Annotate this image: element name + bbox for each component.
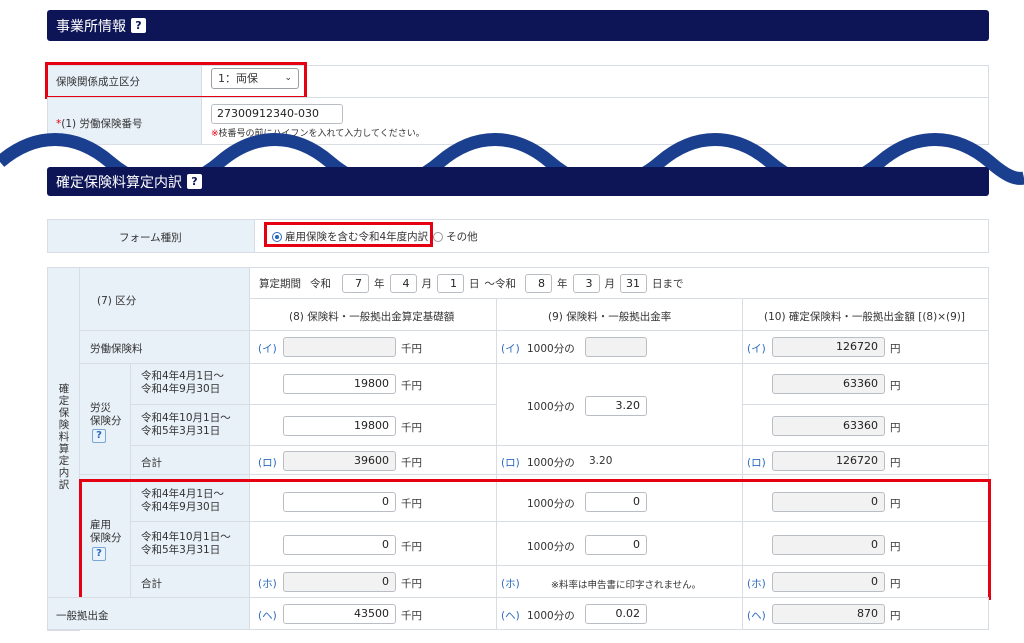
insurance-type-value-cell	[201, 65, 989, 98]
period-group: 算定期間 令和 7 年 4 月 1 日 ～令和 8 年 3 月 31 日まで	[259, 274, 684, 293]
rousai-2-period: 令和4年10月1日～ 令和5年3月31日	[141, 412, 231, 437]
general-amount-input: 870	[772, 604, 885, 624]
kubun-label: (7) 区分	[97, 295, 137, 307]
period-year-end-input[interactable]: 8	[525, 274, 552, 293]
office-section-title: 事業所情報	[56, 18, 126, 35]
labor-base-input	[283, 337, 396, 357]
period-month-end-input[interactable]: 3	[572, 274, 600, 293]
form-type-option-other[interactable]: その他	[446, 229, 478, 244]
form-type-label: フォーム種別	[119, 232, 182, 244]
rousai-group-label: 労災 保険分	[90, 402, 122, 427]
rousai-2-amount-input: 63360	[772, 416, 885, 436]
period-day-start-input[interactable]: 1	[437, 274, 464, 293]
labor-row-label: 労働保険料	[90, 343, 143, 355]
help-icon[interactable]: ?	[92, 429, 106, 443]
col-header-base: (8) 保険料・一般拠出金算定基礎額	[289, 311, 455, 323]
labor-rate-input	[585, 337, 647, 357]
rousai-rate-input[interactable]: 3.20	[585, 396, 647, 416]
radio-unselected-icon[interactable]	[433, 231, 444, 242]
help-icon[interactable]: ?	[131, 18, 146, 33]
period-month-start-input[interactable]: 4	[389, 274, 417, 293]
period-year-start-input[interactable]: 7	[342, 274, 369, 293]
general-rate-input[interactable]: 0.02	[585, 604, 647, 624]
rousai-total-label: 合計	[141, 457, 162, 469]
side-label: 確定保険料算定内訳	[58, 383, 70, 491]
general-base-input[interactable]: 43500	[283, 604, 396, 624]
col-header-rate: (9) 保険料・一般拠出金率	[548, 311, 672, 323]
rousai-1-base-input[interactable]: 19800	[283, 374, 396, 394]
rousai-total-rate: 3.20	[589, 455, 613, 467]
labor-amount-input: 126720	[772, 337, 885, 357]
calc-section-header: 確定保険料算定内訳 ?	[47, 167, 989, 196]
insurance-type-highlight	[45, 62, 307, 99]
help-icon[interactable]: ?	[187, 174, 202, 189]
rousai-2-base-input[interactable]: 19800	[283, 416, 396, 436]
rousai-1-amount-input: 63360	[772, 374, 885, 394]
form-type-highlight	[264, 222, 433, 247]
rousai-total-amount: 126720	[772, 451, 885, 471]
calc-section-title: 確定保険料算定内訳	[56, 174, 182, 191]
period-day-end-input[interactable]: 31	[620, 274, 647, 293]
rousai-total-base: 39600	[283, 451, 396, 471]
koyou-highlight	[79, 479, 991, 600]
office-section-header: 事業所情報 ?	[47, 10, 989, 41]
rousai-1-period: 令和4年4月1日～ 令和4年9月30日	[141, 370, 225, 395]
general-label: 一般拠出金	[56, 610, 109, 622]
col-header-amount: (10) 確定保険料・一般拠出金額 [(8)×(9)]	[764, 311, 965, 323]
